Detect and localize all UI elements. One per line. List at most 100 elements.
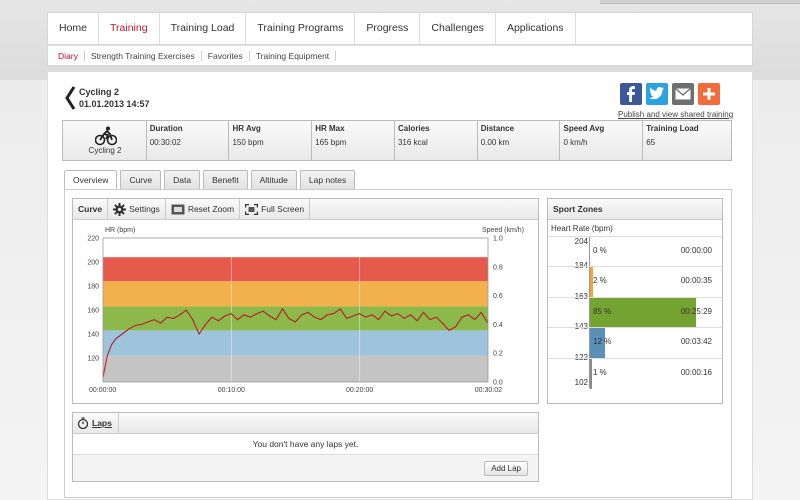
plus-icon[interactable]: [698, 83, 720, 105]
hr-chart[interactable]: HR (bpm) Speed (km/h) 220 200 180 160 140 120…: [73, 220, 538, 403]
summary-value: 0 km/h: [563, 138, 588, 147]
summary-value: 65: [646, 138, 656, 147]
nav-challenges[interactable]: Challenges: [420, 13, 496, 44]
y-tick-label: 200: [87, 260, 99, 267]
y2-tick-label: 0.6: [493, 293, 503, 300]
zone-time: 00:00:35: [680, 276, 712, 286]
stopwatch-icon: [77, 417, 89, 429]
y2-tick-label: 0.2: [493, 351, 503, 358]
add-lap-button[interactable]: Add Lap: [484, 461, 528, 476]
summary-calories: Calories 316 kcal: [395, 121, 478, 160]
top-strip: [600, 0, 800, 4]
main-nav: Home Training Training Load Training Pro…: [47, 12, 753, 45]
zone-row: 0 % 00:00:00: [548, 236, 722, 266]
zone-band-4: [103, 281, 488, 307]
back-arrow-icon[interactable]: [64, 86, 76, 110]
summary-hr-avg: HR Avg 150 bpm: [229, 121, 313, 160]
laps-title-label: Laps: [92, 418, 112, 428]
reset-zoom-icon: [171, 204, 185, 214]
summary-value: 165 bpm: [315, 138, 347, 147]
y-axis-label: HR (bpm): [105, 227, 135, 234]
y-tick-label: 220: [87, 236, 99, 243]
summary-hr-max: HR Max 165 bpm: [312, 121, 395, 160]
reset-zoom-button[interactable]: Reset Zoom: [166, 198, 241, 220]
chart-title: Curve: [73, 198, 109, 220]
subnav-diary[interactable]: Diary: [52, 50, 85, 61]
x-tick-label: 00:30:02: [475, 387, 502, 394]
x-tick-label: 00:20:00: [346, 387, 373, 394]
tab-lap-notes[interactable]: Lap notes: [299, 170, 356, 190]
zone-row: 1 % 00:00:16: [548, 357, 722, 389]
nav-applications[interactable]: Applications: [496, 13, 576, 44]
exercise-title: Cycling 2: [79, 87, 120, 97]
gear-icon: [113, 202, 127, 216]
sport-zones-panel: Sport Zones Heart Rate (bpm) 204 184 163 14…: [547, 198, 723, 404]
tab-altitude[interactable]: Altitude: [250, 170, 297, 190]
full-screen-button[interactable]: Full Screen: [240, 198, 311, 220]
zone-band-2: [103, 330, 488, 356]
tab-benefit[interactable]: Benefit: [203, 170, 248, 190]
tab-data[interactable]: Data: [164, 170, 201, 190]
twitter-icon[interactable]: [646, 83, 668, 105]
nav-progress[interactable]: Progress: [355, 13, 421, 44]
x-tick-label: 00:10:00: [218, 387, 245, 394]
summary-speed-avg: Speed Avg 0 km/h: [560, 121, 644, 160]
sport-zones-title: Sport Zones: [548, 199, 722, 220]
y-tick-label: 120: [87, 356, 99, 363]
settings-button[interactable]: Settings: [108, 198, 166, 220]
summary-label: Duration: [149, 124, 183, 133]
nav-training[interactable]: Training: [99, 13, 160, 44]
summary-duration: Duration 00:30:02: [147, 121, 230, 160]
subnav-favorites[interactable]: Favorites: [202, 50, 250, 61]
nav-home[interactable]: Home: [48, 13, 100, 44]
zone-percent: 12 %: [593, 337, 612, 347]
detail-tabs: Overview Curve Data Benefit Altitude Lap…: [64, 170, 358, 191]
laps-footer: Add Lap: [73, 454, 538, 481]
zone-percent: 1 %: [593, 367, 607, 377]
laps-header: Laps: [73, 412, 538, 434]
subnav-training-equipment[interactable]: Training Equipment: [250, 50, 337, 61]
sport-label: Cycling 2: [88, 146, 122, 155]
y2-tick-label: 0.8: [493, 264, 503, 271]
nav-training-programs[interactable]: Training Programs: [246, 13, 356, 44]
full-screen-icon: [245, 203, 259, 215]
y2-axis-label: Speed (km/h): [482, 227, 524, 234]
zone-time: 00:25:29: [680, 306, 712, 316]
zone-percent: 0 %: [593, 246, 607, 255]
y2-tick-label: 0.0: [493, 380, 503, 387]
chart-toolbar: Curve Settings Reset Zoom Full Screen: [73, 198, 538, 220]
summary-label: Training Load: [646, 124, 699, 133]
sport-cell: Cycling 2: [63, 121, 147, 160]
zone-time: 00:03:42: [680, 337, 712, 347]
x-tick-label: 00:00:00: [89, 387, 116, 394]
summary-label: Distance: [480, 124, 515, 133]
tab-overview[interactable]: Overview: [64, 170, 118, 191]
laps-empty-message: You don't have any laps yet.: [252, 439, 359, 449]
y-tick-label: 140: [87, 332, 99, 339]
publish-shared-link[interactable]: Publish and view shared training: [618, 110, 733, 119]
email-icon[interactable]: [672, 83, 694, 105]
zone-row: 12 % 00:03:42: [548, 327, 722, 359]
nav-training-load[interactable]: Training Load: [160, 13, 247, 44]
zone-percent: 2 %: [593, 276, 607, 286]
zone-time: 00:00:16: [680, 367, 712, 377]
y2-tick-label: 1.0: [493, 236, 503, 243]
summary-training-load: Training Load 65: [643, 121, 731, 160]
tab-curve[interactable]: Curve: [120, 170, 162, 190]
full-screen-label: Full Screen: [261, 203, 305, 214]
summary-value: 316 kcal: [397, 138, 428, 147]
subnav-strength-exercises[interactable]: Strength Training Exercises: [85, 50, 202, 61]
zone-band-3: [103, 306, 488, 331]
zone-row: 85 % 00:25:29: [548, 296, 722, 328]
laps-title[interactable]: Laps: [73, 412, 119, 434]
cyclist-icon: [95, 126, 117, 146]
facebook-icon[interactable]: [620, 83, 642, 105]
curve-panel: Curve Settings Reset Zoom Full Screen HR…: [72, 198, 539, 404]
sport-zones-subtitle: Heart Rate (bpm): [551, 224, 613, 233]
summary-value: 0.00 km: [480, 138, 510, 147]
summary-bar: Cycling 2 Duration 00:30:02 HR Avg 150 bpm…: [62, 120, 732, 161]
summary-label: HR Avg: [232, 124, 261, 133]
summary-label: Calories: [397, 124, 430, 133]
y-tick-label: 180: [87, 284, 99, 291]
sub-nav: Diary Strength Training Exercises Favori…: [47, 46, 753, 66]
